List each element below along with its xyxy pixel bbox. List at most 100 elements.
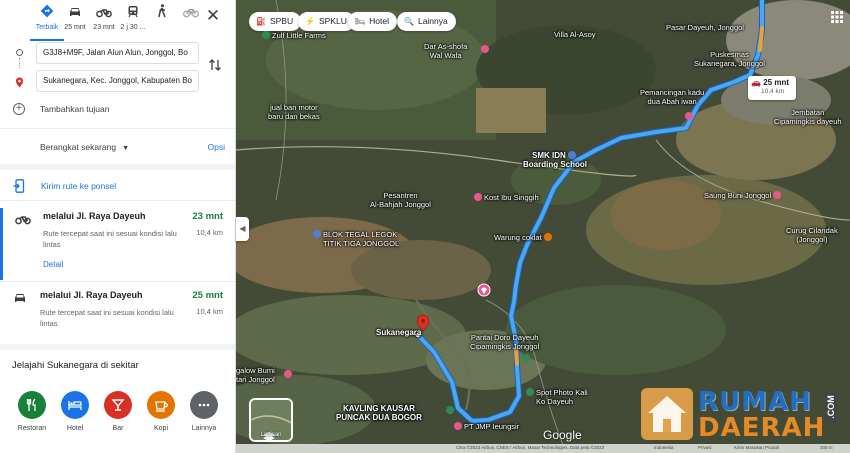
divider (0, 200, 235, 201)
place-icon[interactable] (284, 370, 292, 378)
scale-bar: 200 m (820, 445, 833, 450)
route-option-1[interactable]: melalui Jl. Raya Dayeuh 23 mnt Rute terc… (0, 208, 235, 280)
poi-smk-idn[interactable]: SMK IDN Boarding School (523, 151, 587, 169)
poi-jmp[interactable]: PT JMP Ieungsir (454, 422, 519, 431)
explore-title: Jelajahi Sukanegara di sekitar (12, 360, 139, 371)
chip-label: Hotel (369, 16, 389, 26)
poi-label: Zulf Little Farms (272, 31, 326, 40)
chip-spbu[interactable]: ⛽ SPBU (249, 12, 302, 31)
apps-grid-icon[interactable] (830, 10, 844, 24)
watermark-logo: RUMAH DAERAH .COM (640, 387, 846, 443)
category-label: Hotel (66, 425, 84, 432)
poi-label: Pantai Doro Dayeuh (470, 333, 539, 342)
layers-button[interactable]: Lapisan (249, 398, 293, 442)
poi-kavling[interactable]: KAVLING KAUSAR PUNCAK DUA BOGOR (336, 404, 422, 422)
route-name: melalui Jl. Raya Dayeuh (43, 211, 146, 221)
caret-down-icon: ▼ (122, 145, 130, 152)
divider (0, 344, 235, 350)
send-to-phone-label: Kirim rute ke ponsel (41, 181, 117, 191)
place-icon[interactable] (685, 112, 693, 120)
mode-motorcycle[interactable]: 23 mnt (89, 4, 119, 38)
poi-blok-tegal[interactable]: BLOK TEGAL LEGOK TITIK TIGA JONGGOL (313, 230, 399, 248)
poi-puskesmas[interactable]: Puskesmas Sukanegara, Jonggol (694, 50, 765, 68)
poi-label: Villa Al-Asoy (554, 30, 596, 39)
depart-time-dropdown[interactable]: Berangkat sekarang ▼ (40, 142, 129, 152)
feedback-link[interactable]: Kirim Masukan Produk (734, 445, 779, 450)
poi-pesantren[interactable]: Pesantren Al-Bahjah Jonggol (370, 191, 431, 209)
close-icon[interactable]: ✕ (203, 6, 223, 26)
mosque-icon[interactable] (481, 45, 489, 53)
poi-label: Warung coklat (494, 233, 542, 242)
mode-bicycle[interactable] (176, 4, 206, 38)
home-icon (474, 193, 482, 201)
chip-hotel[interactable]: 🛏 Hotel (348, 12, 397, 31)
origin-input[interactable]: G3J8+M9F, Jalan Alun Alun, Jonggol, Bo (36, 42, 199, 64)
poi-kost[interactable]: Kost Ibu Singgih (474, 193, 539, 202)
poi-label: Al-Bahjah Jonggol (370, 200, 431, 209)
hotel-icon (61, 391, 89, 419)
food-icon (543, 233, 552, 241)
poi-zulf[interactable]: Zulf Little Farms (262, 31, 326, 40)
map-canvas[interactable]: ⛽ SPBU ⚡ SPKLU 🛏 Hotel 🔍 Lainnya Zulf Little… (236, 0, 850, 453)
route-detail-link[interactable]: Detail (43, 260, 63, 269)
ev-charger-icon: ⚡ (305, 17, 315, 26)
mode-best[interactable]: Terbaik (30, 4, 64, 41)
poi-label: Dar As-shofa (424, 42, 468, 51)
mode-walk[interactable] (147, 4, 177, 38)
route-time-badge[interactable]: 🚗 25 mnt 10,4 km (748, 76, 796, 100)
poi-darshofa[interactable]: Dar As-shofa Wal Wafa (424, 42, 467, 60)
travel-mode-bar: Terbaik 25 mnt 23 mnt 2 j 30 ... (0, 4, 235, 41)
poi-label: Cipamingkis Jonggol (470, 342, 540, 351)
poi-galow[interactable]: galow Bumi tari Jonggol (236, 366, 275, 384)
chip-spklu[interactable]: ⚡ SPKLU (298, 12, 355, 31)
place-icon (773, 191, 782, 199)
poi-warung[interactable]: Warung coklat (494, 233, 554, 242)
poi-label: SMK IDN (531, 151, 566, 160)
category-label: Bar (112, 425, 124, 432)
swap-icon[interactable] (208, 57, 222, 73)
route-connector (19, 58, 20, 68)
destination-input[interactable]: Sukanegara, Kec. Jonggol, Kabupaten Bo (36, 70, 199, 92)
poi-curug[interactable]: Curug Cilandak (Jonggol) (786, 226, 838, 244)
poi-label: Sukanegara, Jonggol (694, 59, 765, 68)
category-hotel[interactable]: Hotel (53, 391, 97, 432)
options-button[interactable]: Opsi (208, 142, 225, 152)
park-icon[interactable] (522, 354, 530, 362)
poi-jual-ban[interactable]: jual ban motor baru dan bekas (268, 103, 320, 121)
poi-pasar[interactable]: Pasar Dayeuh, Jonggol (666, 23, 744, 32)
poi-label: PUNCAK DUA BOGOR (336, 413, 422, 422)
mode-car[interactable]: 25 mnt (60, 4, 90, 38)
add-destination-button[interactable]: + Tambahkan tujuan (13, 103, 109, 117)
poi-spot-photo[interactable]: Spot Photo Kali Ko Dayeuh (526, 388, 588, 406)
poi-pantai-doro[interactable]: Pantai Doro Dayeuh Cipamingkis Jonggol (470, 333, 539, 351)
poi-label: Ko Dayeuh (536, 397, 574, 406)
route-option-2[interactable]: melalui Jl. Raya Dayeuh 25 mnt Rute terc… (0, 287, 235, 343)
poi-villa[interactable]: Villa Al-Asoy (554, 30, 596, 39)
poi-label: (Jonggol) (796, 235, 828, 244)
chip-more[interactable]: 🔍 Lainnya (397, 12, 456, 31)
poi-jembatan[interactable]: Jembatan Cipamingkis dayeuh (774, 108, 842, 126)
destination-label[interactable]: Sukanegara (376, 328, 421, 337)
hotel-icon: 🛏 (355, 17, 366, 26)
mode-transit[interactable]: 2 j 30 ... (118, 4, 148, 38)
destination-pin-icon (15, 75, 24, 88)
category-restaurant[interactable]: Restoran (10, 391, 54, 432)
collapse-panel-button[interactable]: ◀ (236, 217, 249, 241)
category-more[interactable]: Lainnya (182, 391, 226, 432)
badge-time: 25 mnt (763, 78, 789, 87)
route-inputs: G3J8+M9F, Jalan Alun Alun, Jonggol, Bo S… (0, 40, 235, 120)
privacy-link[interactable]: Privasi (698, 445, 712, 450)
park-icon[interactable] (446, 406, 454, 414)
poi-label: jual ban motor (270, 103, 318, 112)
send-to-phone-button[interactable]: Kirim rute ke ponsel (0, 179, 235, 193)
attribution-text: Citra ©2023 Airbus, CNES / Airbus, Maxar… (456, 445, 605, 450)
poi-saung[interactable]: Saung Buni Jonggol (704, 191, 783, 200)
poi-label: Cipamingkis dayeuh (774, 117, 842, 126)
poi-label: galow Bumi (236, 366, 275, 375)
category-bar[interactable]: Bar (96, 391, 140, 432)
poi-label: Sukanegara (376, 328, 422, 337)
category-coffee[interactable]: Kopi (139, 391, 183, 432)
poi-pemancingan[interactable]: Pemancingan kadu dua Abah iwan (640, 88, 704, 106)
attribution-country[interactable]: Indonesia (654, 445, 674, 450)
more-icon (190, 391, 218, 419)
